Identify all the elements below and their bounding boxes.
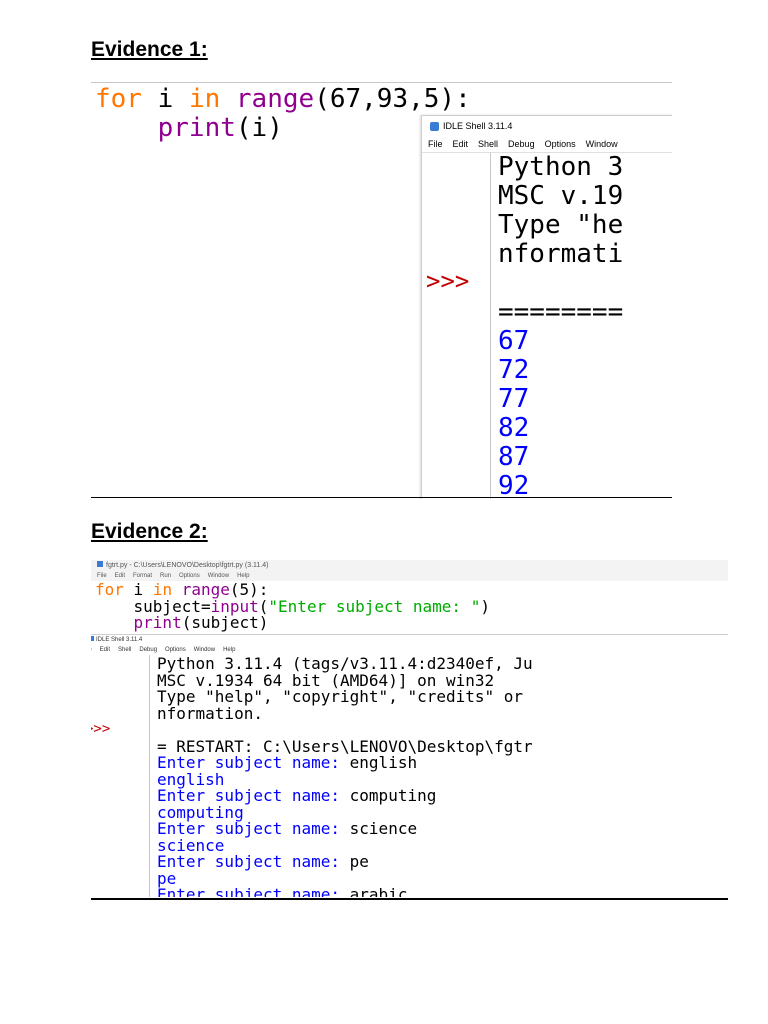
- banner-line: nformation.: [157, 703, 263, 723]
- menu-shell[interactable]: Shell: [478, 139, 498, 149]
- shell-title: IDLE Shell 3.11.4: [96, 637, 143, 643]
- menu-format[interactable]: Format: [133, 573, 152, 579]
- menu-file[interactable]: File: [97, 573, 107, 579]
- shell-titlebar: IDLE Shell 3.11.4: [422, 116, 672, 136]
- output-line: 92: [498, 471, 530, 500]
- keyword-in: in: [188, 84, 221, 114]
- loop-variable: i: [141, 84, 189, 114]
- menu-file[interactable]: File: [428, 139, 443, 149]
- shell-output[interactable]: Python 3.11.4 (tags/v3.11.4:d2340ef, Ju M…: [157, 655, 533, 897]
- menu-window[interactable]: Window: [586, 139, 618, 149]
- print-args: (i): [235, 113, 283, 143]
- session-line: Enter subject name: pe: [157, 852, 369, 871]
- evidence-1-heading: Evidence 1:: [91, 38, 208, 61]
- range-args: (67,93,5):: [314, 84, 471, 114]
- menu-edit[interactable]: Edit: [453, 139, 469, 149]
- banner-line: MSC v.19: [498, 181, 624, 211]
- menu-file[interactable]: le: [91, 647, 92, 653]
- menu-options[interactable]: Options: [545, 139, 576, 149]
- editor-title: fgtrt.py - C:\Users\LENOVO\Desktop\fgtrt…: [106, 562, 269, 569]
- prompt-gutter: >>>: [91, 655, 150, 897]
- editor-code: for i in range(67,93,5): print(i): [95, 85, 471, 143]
- menu-edit[interactable]: Edit: [115, 573, 125, 579]
- evidence-1-screenshot: for i in range(67,93,5): print(i) IDLE S…: [91, 82, 672, 499]
- banner-line: nformati: [498, 239, 624, 269]
- divider-line: [91, 898, 728, 900]
- divider-line: [91, 497, 672, 498]
- evidence-2-screenshot: fgtrt.py - C:\Users\LENOVO\Desktop\fgtrt…: [91, 560, 728, 897]
- shell-prompt: >>>: [91, 721, 111, 737]
- shell-menubar: File Edit Shell Debug Options Window: [422, 136, 672, 153]
- shell-title: IDLE Shell 3.11.4: [443, 121, 513, 131]
- shell-prompt: >>>: [426, 267, 470, 295]
- idle-icon: [430, 122, 439, 132]
- banner-line: Python 3: [498, 152, 624, 182]
- menu-run[interactable]: Run: [160, 573, 171, 579]
- keyword-for: for: [95, 84, 142, 114]
- idle-shell-window: IDLE Shell 3.11.4 File Edit Shell Debug Opti…: [421, 115, 672, 499]
- menu-help[interactable]: Help: [237, 573, 249, 579]
- menu-edit[interactable]: Edit: [100, 647, 110, 653]
- idle-icon: [91, 636, 94, 641]
- output-line: 67: [498, 326, 530, 356]
- menu-window[interactable]: Window: [208, 573, 229, 579]
- menu-options[interactable]: Options: [179, 573, 200, 579]
- idle-icon: [97, 561, 103, 567]
- output-line: 82: [498, 413, 530, 443]
- code-line-1: for i in range(67,93,5):: [95, 85, 471, 114]
- idle-shell-window: IDLE Shell 3.11.4 le Edit Shell Debug Option…: [91, 634, 728, 897]
- menu-window[interactable]: Window: [194, 647, 215, 653]
- output-line: 77: [498, 384, 530, 414]
- shell-output[interactable]: Python 3 MSC v.19 Type "he nformati =======…: [498, 152, 624, 500]
- menu-shell[interactable]: Shell: [118, 647, 131, 653]
- restart-separator: ========: [498, 297, 624, 327]
- menu-debug[interactable]: Debug: [508, 139, 535, 149]
- prompt-gutter: >>>: [422, 153, 491, 499]
- code-line-3: print(subject): [133, 613, 269, 632]
- menu-help[interactable]: Help: [223, 647, 235, 653]
- builtin-print: print: [157, 113, 236, 143]
- session-line: Enter subject name: arabic: [157, 885, 408, 897]
- menu-options[interactable]: Options: [165, 647, 186, 653]
- banner-line: Type "he: [498, 210, 624, 240]
- code-line-2: print(i): [95, 114, 471, 143]
- shell-titlebar: IDLE Shell 3.11.4: [91, 635, 728, 645]
- output-line: 72: [498, 355, 530, 385]
- editor-code[interactable]: for i in range(5): subject=input("Enter …: [95, 581, 490, 632]
- editor-titlebar: fgtrt.py - C:\Users\LENOVO\Desktop\fgtrt…: [91, 560, 728, 571]
- menu-debug[interactable]: Debug: [139, 647, 157, 653]
- output-line: 87: [498, 442, 530, 472]
- evidence-2-heading: Evidence 2:: [91, 520, 208, 543]
- builtin-range: range: [235, 84, 315, 114]
